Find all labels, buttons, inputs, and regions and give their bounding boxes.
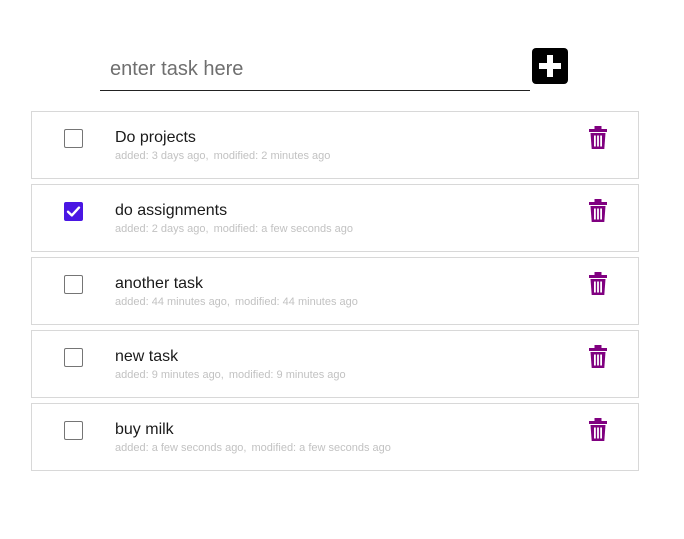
task-row: new task added: 9 minutes ago, modified: … [31, 330, 639, 398]
task-modified-time: modified: 44 minutes ago [234, 296, 358, 308]
task-timestamps: added: 2 days ago, modified: a few second… [115, 223, 353, 235]
plus-icon [539, 55, 561, 77]
task-input-container [100, 48, 530, 91]
add-task-button[interactable] [532, 48, 568, 84]
trash-icon [589, 418, 607, 441]
task-added-time: added: 2 days ago, [115, 223, 209, 235]
trash-icon [589, 199, 607, 222]
task-timestamps: added: 44 minutes ago, modified: 44 minut… [115, 296, 358, 308]
task-title: another task [115, 275, 204, 292]
task-added-time: added: 9 minutes ago, [115, 369, 224, 381]
task-added-time: added: 3 days ago, [115, 150, 209, 162]
task-checkbox[interactable] [64, 421, 83, 440]
task-input[interactable] [100, 48, 530, 90]
task-modified-time: modified: a few seconds ago [213, 223, 353, 235]
delete-task-button[interactable] [588, 272, 608, 296]
task-checkbox[interactable] [64, 129, 83, 148]
delete-task-button[interactable] [588, 199, 608, 223]
task-added-time: added: a few seconds ago, [115, 442, 247, 454]
todo-app: Do projects added: 3 days ago, modified: … [0, 0, 684, 539]
delete-task-button[interactable] [588, 345, 608, 369]
task-row: do assignments added: 2 days ago, modifie… [31, 184, 639, 252]
task-row: another task added: 44 minutes ago, modif… [31, 257, 639, 325]
task-timestamps: added: a few seconds ago, modified: a few… [115, 442, 391, 454]
task-title: do assignments [115, 202, 228, 219]
trash-icon [589, 126, 607, 149]
task-row: Do projects added: 3 days ago, modified: … [31, 111, 639, 179]
task-timestamps: added: 9 minutes ago, modified: 9 minutes… [115, 369, 346, 381]
trash-icon [589, 345, 607, 368]
task-modified-time: modified: 9 minutes ago [228, 369, 346, 381]
task-checkbox[interactable] [64, 202, 83, 221]
task-checkbox[interactable] [64, 348, 83, 367]
checkmark-icon [66, 206, 81, 217]
task-row: buy milk added: a few seconds ago, modifi… [31, 403, 639, 471]
task-modified-time: modified: 2 minutes ago [213, 150, 331, 162]
task-modified-time: modified: a few seconds ago [251, 442, 391, 454]
task-title: new task [115, 348, 179, 365]
task-checkbox[interactable] [64, 275, 83, 294]
task-title: Do projects [115, 129, 196, 146]
delete-task-button[interactable] [588, 126, 608, 150]
trash-icon [589, 272, 607, 295]
task-title: buy milk [115, 421, 174, 438]
task-added-time: added: 44 minutes ago, [115, 296, 230, 308]
task-list: Do projects added: 3 days ago, modified: … [31, 111, 639, 476]
task-timestamps: added: 3 days ago, modified: 2 minutes ag… [115, 150, 330, 162]
delete-task-button[interactable] [588, 418, 608, 442]
